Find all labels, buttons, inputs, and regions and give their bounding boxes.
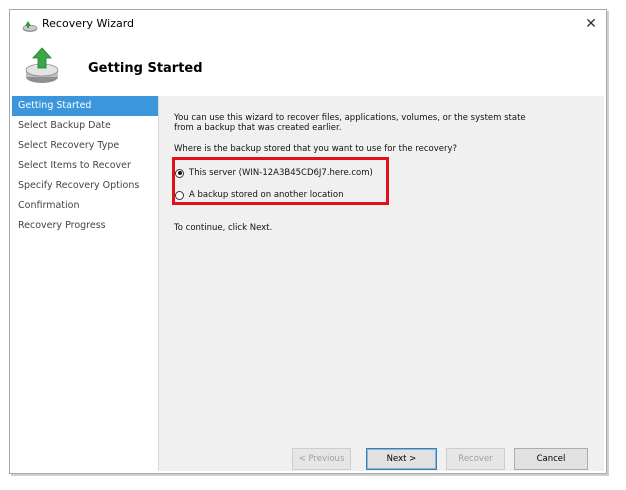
previous-button[interactable]: < Previous — [292, 448, 351, 470]
intro-line-2: from a backup that was created earlier. — [174, 123, 342, 133]
recovery-wizard-window: Recovery Wizard ✕ Getting Started Gettin… — [9, 9, 607, 474]
recover-button[interactable]: Recover — [446, 448, 505, 470]
wizard-header: Getting Started — [10, 40, 606, 96]
radio-button-unselected[interactable] — [175, 190, 184, 200]
step-getting-started[interactable]: Getting Started — [12, 96, 158, 116]
radio-another-location[interactable]: A backup stored on another location — [175, 190, 344, 200]
step-select-recovery-type: Select Recovery Type — [18, 140, 120, 151]
wizard-content-pane: You can use this wizard to recover files… — [158, 96, 604, 471]
step-select-backup-date: Select Backup Date — [18, 120, 111, 131]
radio-this-server[interactable]: This server (WIN-12A3B45CD6J7.here.com) — [175, 168, 373, 178]
close-icon[interactable]: ✕ — [578, 12, 604, 36]
step-recovery-progress: Recovery Progress — [18, 220, 106, 231]
recovery-drive-icon — [22, 46, 62, 86]
radio-button-selected[interactable] — [175, 168, 184, 178]
intro-text: You can use this wizard to recover files… — [174, 113, 594, 133]
window-title: Recovery Wizard — [42, 17, 135, 30]
radio-another-location-label: A backup stored on another location — [189, 190, 344, 200]
recovery-wizard-icon — [22, 18, 38, 32]
continue-instruction: To continue, click Next. — [174, 223, 273, 233]
page-title: Getting Started — [88, 61, 203, 76]
cancel-button[interactable]: Cancel — [514, 448, 588, 470]
intro-line-1: You can use this wizard to recover files… — [174, 113, 526, 123]
step-specify-recovery-options: Specify Recovery Options — [18, 180, 140, 191]
wizard-step-list: Getting Started Select Backup Date Selec… — [12, 96, 158, 471]
step-select-items-to-recover: Select Items to Recover — [18, 160, 131, 171]
title-bar: Recovery Wizard ✕ — [10, 10, 606, 40]
backup-location-question: Where is the backup stored that you want… — [174, 144, 458, 154]
next-button[interactable]: Next > — [366, 448, 437, 470]
radio-this-server-label: This server (WIN-12A3B45CD6J7.here.com) — [189, 168, 373, 178]
step-confirmation: Confirmation — [18, 200, 80, 211]
